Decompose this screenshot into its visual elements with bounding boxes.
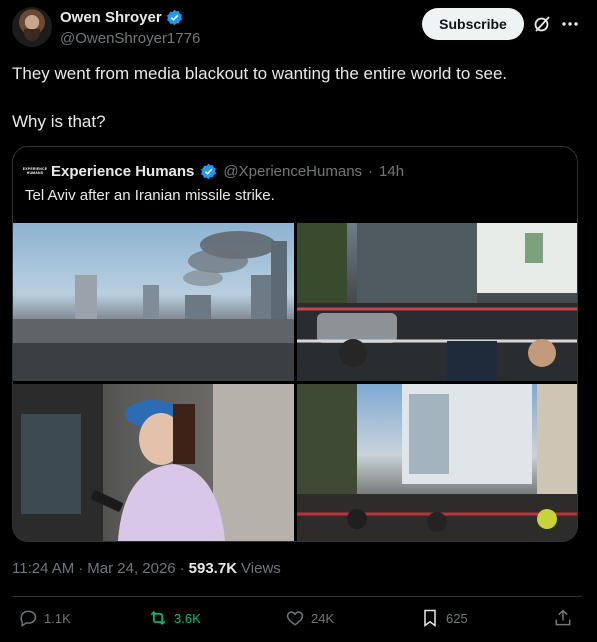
quoted-timestamp[interactable]: 14h [379, 163, 404, 180]
quoted-post-header: EXPERIENCE HUMANS Experience Humans @Xpe… [23, 161, 404, 181]
meta-separator-1: · [78, 560, 84, 577]
subscribe-button[interactable]: Subscribe [422, 8, 524, 40]
share-icon [555, 609, 571, 626]
post-meta: 11:24 AM · Mar 24, 2026 · 593.7K Views [12, 560, 281, 577]
quoted-post-text: Tel Aviv after an Iranian missile strike… [25, 187, 275, 204]
divider [12, 596, 582, 597]
views-label: Views [241, 560, 281, 577]
bookmark-button[interactable]: 625 [420, 608, 468, 628]
meta-separator-2: · [179, 560, 185, 577]
reply-icon [20, 610, 37, 627]
quoted-author-name[interactable]: Experience Humans [51, 163, 194, 180]
quoted-separator: · [368, 162, 374, 180]
author-name[interactable]: Owen Shroyer [60, 9, 162, 26]
quoted-avatar-text-2: HUMANS [26, 171, 44, 175]
quoted-post[interactable]: EXPERIENCE HUMANS Experience Humans @Xpe… [12, 146, 578, 542]
media-image-damaged-street[interactable] [297, 223, 577, 381]
more-options-icon[interactable] [560, 14, 580, 34]
share-button[interactable] [553, 608, 573, 628]
repost-button[interactable]: 3.6K [148, 608, 201, 628]
like-count: 24K [311, 610, 335, 626]
repost-count: 3.6K [174, 610, 201, 626]
quoted-author-avatar[interactable]: EXPERIENCE HUMANS [23, 161, 47, 181]
reply-count: 1.1K [44, 610, 71, 626]
post-text: They went from media blackout to wanting… [12, 62, 582, 158]
grok-icon[interactable] [532, 14, 552, 34]
post-text-line-1: They went from media blackout to wanting… [12, 64, 508, 83]
media-grid [13, 223, 577, 541]
author-avatar[interactable] [12, 7, 52, 47]
post-time[interactable]: 11:24 AM [12, 560, 74, 577]
repost-icon [150, 610, 166, 626]
post-date[interactable]: Mar 24, 2026 [87, 560, 175, 577]
quoted-verified-badge-icon [201, 163, 217, 179]
bookmark-icon [424, 609, 436, 627]
post: Owen Shroyer @OwenShroyer1776 Subscribe … [0, 0, 597, 642]
views-count: 593.7K [188, 560, 238, 577]
reply-button[interactable]: 1.1K [18, 608, 71, 628]
media-image-skyline[interactable] [13, 223, 294, 381]
media-image-woman[interactable] [13, 384, 294, 541]
author-handle[interactable]: @OwenShroyer1776 [60, 30, 200, 47]
action-bar: 1.1K 3.6K 24K 625 [0, 608, 597, 636]
quoted-author-handle[interactable]: @XperienceHumans [223, 163, 362, 180]
like-button[interactable]: 24K [285, 608, 334, 628]
author-name-row: Owen Shroyer [60, 9, 183, 26]
heart-icon [286, 611, 304, 626]
media-image-building-crowd[interactable] [297, 384, 577, 541]
post-text-line-2: Why is that? [12, 112, 106, 131]
verified-badge-icon [166, 9, 182, 26]
bookmark-count: 625 [446, 610, 468, 626]
